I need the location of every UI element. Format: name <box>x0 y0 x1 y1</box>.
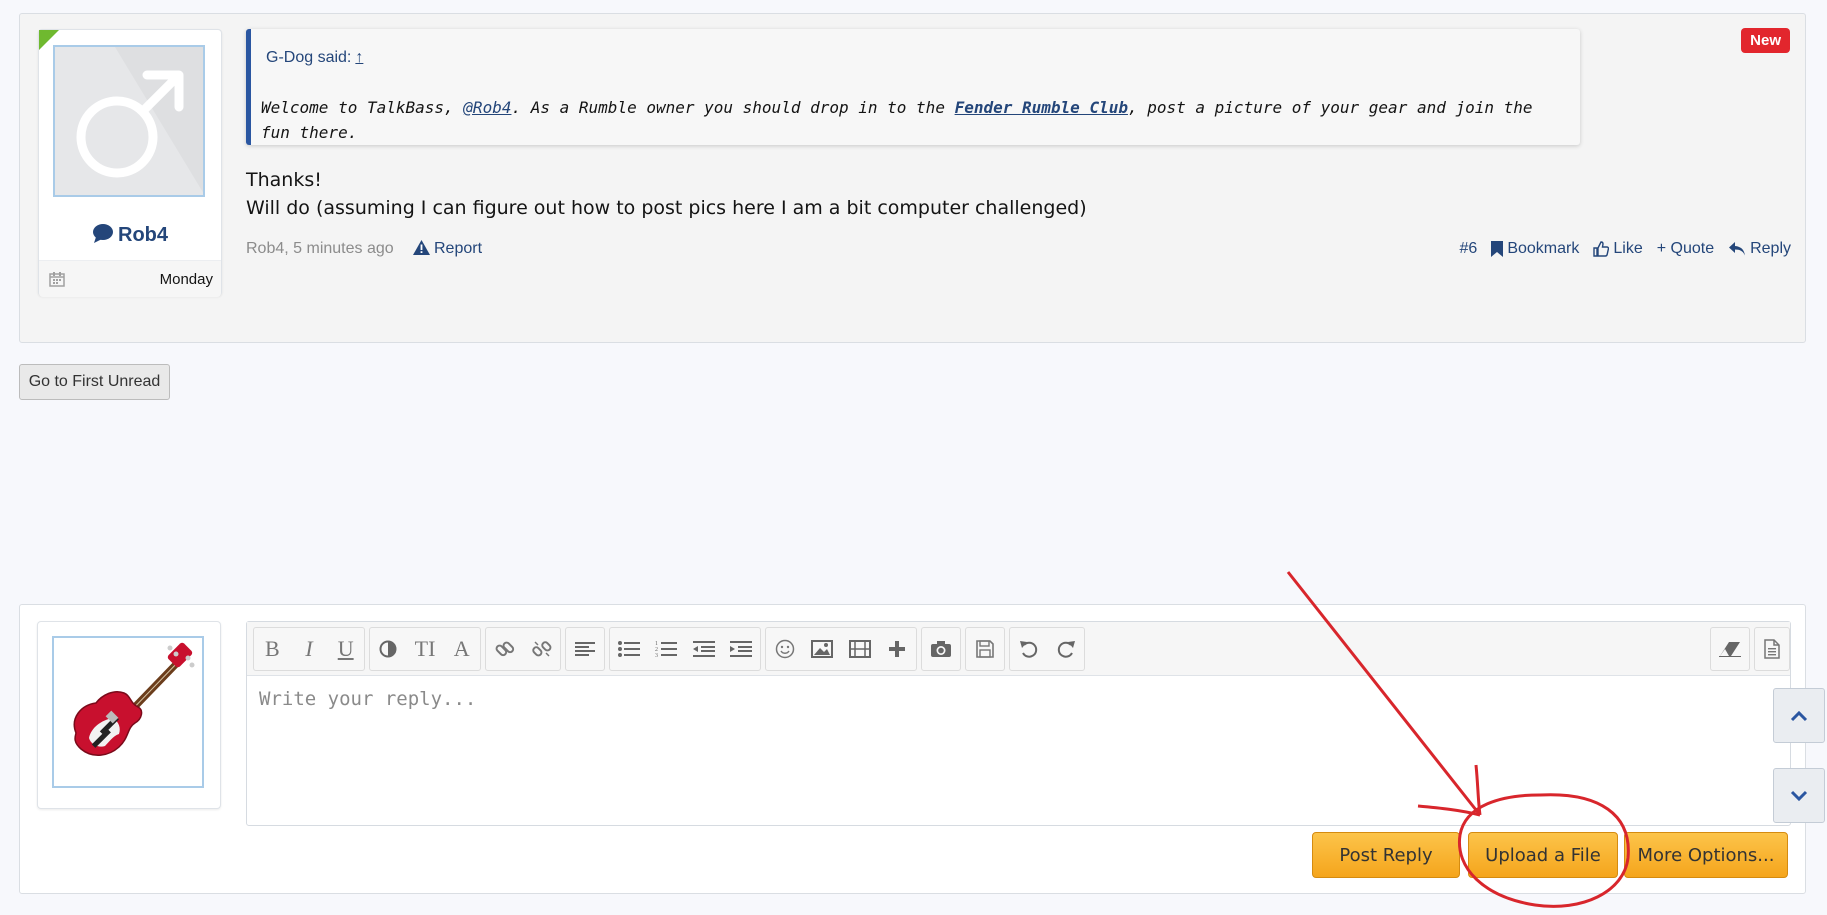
outdent-icon[interactable] <box>685 628 723 670</box>
toolbar-group-draft <box>965 627 1005 671</box>
smiley-icon[interactable] <box>766 628 804 670</box>
bass-guitar-icon <box>73 642 195 756</box>
undo-icon[interactable] <box>1010 628 1047 670</box>
toolbar-group-link <box>485 627 561 671</box>
remove-format-icon[interactable] <box>1711 628 1749 670</box>
thumbs-up-icon <box>1593 241 1610 257</box>
go-to-first-unread-button[interactable]: Go to First Unread <box>19 364 170 400</box>
reply-textarea[interactable]: Write your reply... <box>259 688 476 710</box>
font-size-icon[interactable]: TI <box>407 628 444 670</box>
unlink-icon[interactable] <box>523 628 560 670</box>
like-link[interactable]: Like <box>1593 240 1643 258</box>
toolbar-group-history <box>1009 627 1085 671</box>
male-symbol-icon <box>55 47 203 195</box>
go-to-quote-link[interactable]: ↑ <box>355 49 363 66</box>
chevron-down-icon <box>1790 790 1808 801</box>
save-draft-icon[interactable] <box>966 628 1004 670</box>
color-icon[interactable] <box>370 628 407 670</box>
reply-arrow-icon <box>1729 242 1746 256</box>
bullet-list-icon[interactable] <box>610 628 648 670</box>
calendar-icon <box>49 272 65 287</box>
new-badge: New <box>1741 28 1790 53</box>
post-number-link[interactable]: #6 <box>1460 240 1478 258</box>
quote-attribution: G-Dog said: ↑ <box>266 49 363 67</box>
insert-icon[interactable] <box>879 628 917 670</box>
underline-icon[interactable]: U <box>327 628 364 670</box>
reply-label: Reply <box>1750 240 1791 257</box>
warning-icon <box>413 240 430 255</box>
more-options-button[interactable]: More Options... <box>1624 832 1788 878</box>
scroll-down-button[interactable] <box>1773 768 1825 823</box>
post-reply-button[interactable]: Post Reply <box>1312 832 1460 878</box>
post-message: Rob4 Monday G-Dog said: ↑ Welcome to Talk… <box>19 13 1806 343</box>
toolbar-group-align <box>565 627 605 671</box>
post-actions: #6 Bookmark Like + Quote Reply <box>1460 240 1791 258</box>
scroll-up-button[interactable] <box>1773 688 1825 743</box>
quote-link[interactable]: + Quote <box>1657 240 1714 258</box>
quote-text-part: . As a Rumble owner you should drop in t… <box>511 98 955 117</box>
toolbar-group-text: B I U <box>253 627 365 671</box>
reply-avatar[interactable] <box>52 636 204 788</box>
bbcode-toggle-icon[interactable] <box>1755 628 1789 670</box>
toolbar-group-format <box>1710 627 1750 671</box>
message-line: Will do (assuming I can figure out how t… <box>246 197 1087 219</box>
camera-icon[interactable] <box>922 628 960 670</box>
like-label: Like <box>1613 240 1643 257</box>
toolbar-group-source <box>1754 627 1790 671</box>
bookmark-icon <box>1491 241 1504 257</box>
quote-text: Welcome to TalkBass, @Rob4. As a Rumble … <box>261 95 1551 145</box>
user-extra-info: Monday <box>39 260 221 297</box>
reply-link[interactable]: Reply <box>1728 240 1791 258</box>
image-icon[interactable] <box>804 628 842 670</box>
club-link[interactable]: Fender Rumble Club <box>955 98 1128 117</box>
quote-text-part: Welcome to TalkBass, <box>261 98 464 117</box>
link-icon[interactable] <box>486 628 523 670</box>
editor-toolbar: B I U TI A 1 2 3 <box>247 622 1790 676</box>
toolbar-group-camera <box>921 627 961 671</box>
message-body: Thanks! Will do (assuming I can figure o… <box>246 166 1087 222</box>
reply-user-card <box>37 621 221 809</box>
italic-icon[interactable]: I <box>291 628 328 670</box>
join-date: Monday <box>159 271 213 288</box>
media-icon[interactable] <box>841 628 879 670</box>
redo-icon[interactable] <box>1047 628 1084 670</box>
user-card: Rob4 Monday <box>38 29 222 297</box>
user-avatar[interactable] <box>53 45 205 197</box>
upload-file-button[interactable]: Upload a File <box>1468 832 1618 878</box>
quote-block: G-Dog said: ↑ Welcome to TalkBass, @Rob4.… <box>246 29 1580 145</box>
post-meta[interactable]: Rob4, 5 minutes ago <box>246 240 394 258</box>
username-link[interactable]: Rob4 <box>39 223 221 247</box>
message-line: Thanks! <box>246 169 322 191</box>
toolbar-group-insert <box>765 627 917 671</box>
speech-bubble-icon <box>93 224 113 243</box>
toolbar-group-list: 123 <box>609 627 761 671</box>
bookmark-label: Bookmark <box>1507 240 1580 257</box>
username: Rob4 <box>118 224 168 246</box>
mention-link[interactable]: @Rob4 <box>463 98 511 117</box>
numbered-list-icon[interactable]: 123 <box>648 628 686 670</box>
bookmark-link[interactable]: Bookmark <box>1491 240 1579 258</box>
rich-text-editor: B I U TI A 1 2 3 Write your reply... <box>246 621 1791 826</box>
indent-icon[interactable] <box>723 628 761 670</box>
report-label: Report <box>434 240 483 257</box>
report-link[interactable]: Report <box>413 240 482 258</box>
chevron-up-icon <box>1790 710 1808 721</box>
font-family-icon[interactable]: A <box>443 628 480 670</box>
quote-author: G-Dog said: <box>266 49 352 66</box>
align-icon[interactable] <box>566 628 604 670</box>
toolbar-group-font: TI A <box>369 627 481 671</box>
bold-icon[interactable]: B <box>254 628 291 670</box>
svg-text:3: 3 <box>655 653 658 658</box>
